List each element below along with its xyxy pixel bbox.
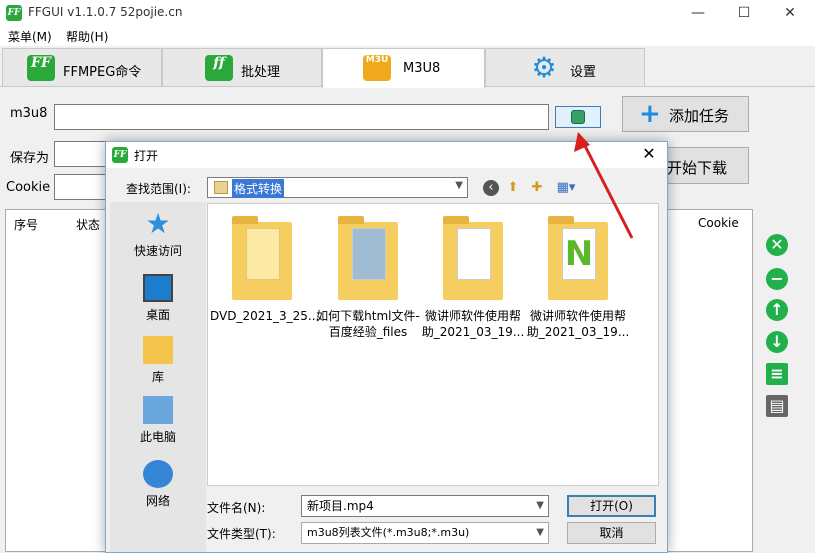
tab-m3u8[interactable]: M3U M3U8 (322, 48, 485, 88)
tab-label: M3U8 (403, 61, 441, 76)
arrow-shaft (580, 139, 634, 239)
m3u-logo-icon: M3U (363, 55, 391, 81)
